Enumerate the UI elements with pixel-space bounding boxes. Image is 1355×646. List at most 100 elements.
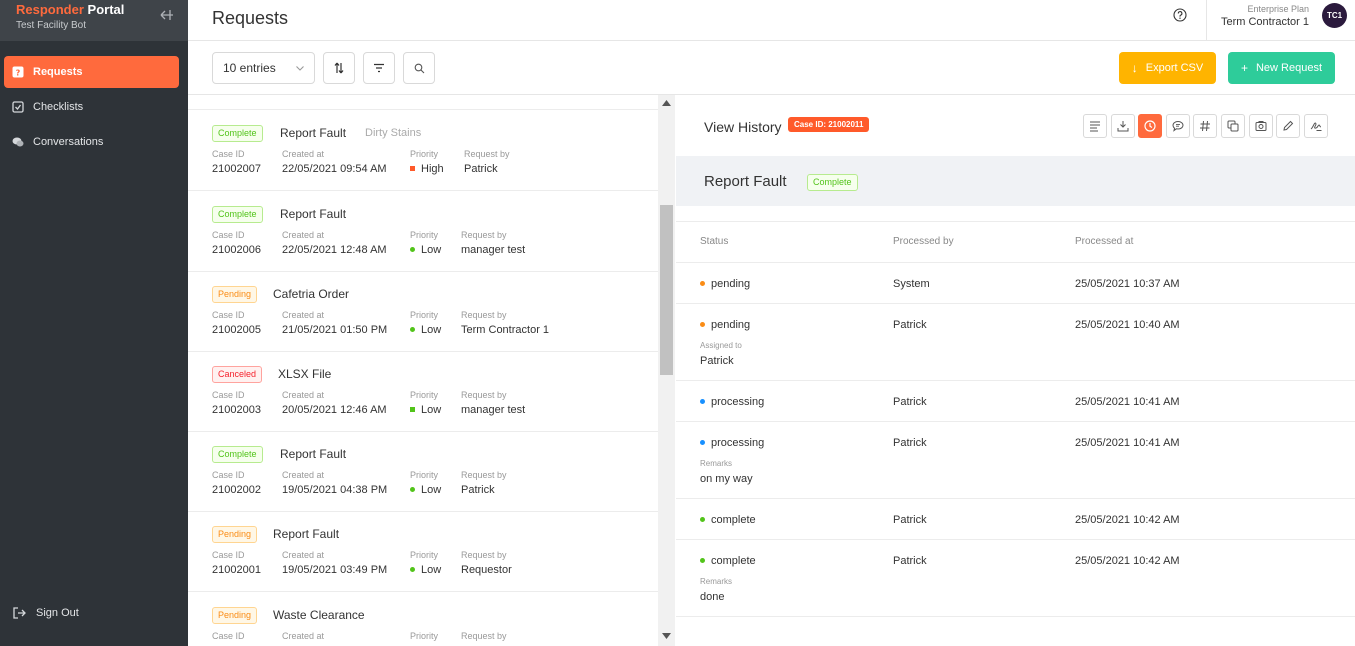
details-button[interactable]	[1083, 114, 1107, 138]
header-divider	[1206, 0, 1207, 40]
page-title: Requests	[212, 8, 289, 28]
remarks-label: Remarks	[700, 459, 733, 468]
created-at: 19/05/2021 03:49 PM	[282, 564, 388, 576]
account-info[interactable]: Enterprise Plan Term Contractor 1	[1221, 3, 1309, 29]
search-button[interactable]	[403, 52, 435, 84]
page-header: Requests Enterprise Plan Term Contractor…	[188, 0, 1355, 41]
request-by: manager test	[461, 244, 526, 256]
history-row: complete Patrick 25/05/2021 10:42 AM Rem…	[676, 540, 1355, 617]
request-by: Requestor	[461, 564, 512, 576]
sidebar-item-label: Requests	[33, 66, 83, 78]
column-header-processed-by: Processed by	[893, 236, 954, 247]
request-by-label: Request by	[464, 149, 510, 159]
sign-out-button[interactable]: Sign Out	[12, 606, 79, 620]
brand-subtitle: Test Facility Bot	[16, 20, 87, 31]
request-card[interactable]: Pending Waste Clearance Case ID Created …	[188, 592, 658, 646]
priority: Low	[410, 484, 441, 496]
collapse-sidebar-icon[interactable]	[160, 9, 174, 21]
priority-value: High	[421, 163, 444, 175]
remarks-value: on my way	[700, 473, 753, 485]
case-id: 21002003	[212, 404, 261, 416]
status-badge: Canceled	[212, 366, 263, 383]
request-title: XLSX File	[278, 367, 332, 381]
sort-button[interactable]	[323, 52, 355, 84]
request-title: Report Fault	[273, 527, 340, 541]
download-button[interactable]	[1110, 114, 1135, 138]
sidebar-item-label: Conversations	[33, 136, 104, 148]
case-id-label: Case ID	[212, 470, 245, 480]
history-status: processing	[700, 437, 764, 449]
question-square-icon: ?	[12, 66, 24, 78]
signature-button[interactable]	[1303, 114, 1328, 138]
hashtag-button[interactable]	[1193, 114, 1218, 138]
export-csv-button[interactable]: ↓ Export CSV	[1119, 52, 1216, 84]
avatar[interactable]: TC1	[1322, 3, 1347, 28]
created-at: 22/05/2021 12:48 AM	[282, 244, 387, 256]
brand-name-accent: Responder	[16, 2, 84, 17]
processed-by: Patrick	[893, 437, 927, 449]
history-status: pending	[700, 278, 750, 290]
scroll-up-icon[interactable]	[662, 100, 671, 106]
pencil-icon	[1283, 120, 1294, 131]
request-by: manager test	[461, 404, 526, 416]
priority: High	[410, 163, 444, 175]
priority: Low	[410, 244, 441, 256]
status-badge: Pending	[212, 526, 258, 543]
priority-low-marker	[410, 406, 415, 412]
sidebar-item-checklists[interactable]: Checklists	[4, 91, 179, 123]
remarks-label: Remarks	[700, 577, 733, 586]
new-request-button[interactable]: + New Request	[1228, 52, 1335, 84]
priority-label: Priority	[410, 310, 439, 320]
clock-icon	[1144, 120, 1156, 132]
scrollbar-thumb[interactable]	[660, 205, 673, 375]
case-id: 21002001	[212, 564, 261, 576]
scroll-down-icon[interactable]	[662, 633, 671, 639]
created-label: Created at	[282, 230, 325, 240]
case-id-label: Case ID	[212, 149, 245, 159]
case-id-label: Case ID	[212, 550, 245, 560]
history-row: pending Patrick 25/05/2021 10:40 AM Assi…	[676, 304, 1355, 381]
toolbar: 10 entries ↓ Export CSV + New Request	[188, 41, 1355, 95]
case-id-label: Case ID	[212, 310, 245, 320]
request-card[interactable]: Complete Report Fault Dirty Stains Case …	[188, 110, 658, 191]
request-card[interactable]: Complete Report Fault Case ID Created at…	[188, 431, 658, 512]
sidebar-item-requests[interactable]: ? Requests	[4, 56, 179, 88]
priority-low-marker	[410, 246, 415, 252]
created-label: Created at	[282, 470, 325, 480]
priority-low-marker	[410, 486, 415, 492]
priority: Low	[410, 564, 441, 576]
photo-button[interactable]	[1248, 114, 1273, 138]
entries-select[interactable]: 10 entries	[212, 52, 315, 84]
filter-button[interactable]	[363, 52, 395, 84]
sidebar-item-conversations[interactable]: Conversations	[4, 126, 179, 158]
priority-low-marker	[410, 326, 415, 332]
status-dot	[700, 557, 705, 563]
created-at: 19/05/2021 04:38 PM	[282, 484, 388, 496]
edit-button[interactable]	[1276, 114, 1301, 138]
history-button[interactable]	[1138, 114, 1163, 138]
help-icon[interactable]	[1173, 8, 1187, 22]
history-divider	[676, 221, 1355, 222]
status-badge: Complete	[807, 174, 858, 191]
sign-out-icon	[13, 607, 26, 619]
case-id-label: Case ID	[212, 631, 245, 641]
priority-label: Priority	[410, 631, 439, 641]
priority-high-marker	[410, 165, 415, 171]
search-icon	[414, 63, 424, 73]
created-label: Created at	[282, 631, 325, 641]
comments-button[interactable]	[1165, 114, 1190, 138]
request-card[interactable]: Pending Report Fault Case ID Created at …	[188, 511, 658, 592]
request-by-label: Request by	[461, 631, 507, 641]
history-status: processing	[700, 396, 764, 408]
copy-icon	[1227, 120, 1239, 132]
request-card[interactable]: Pending Cafetria Order Case ID Created a…	[188, 271, 658, 352]
priority-label: Priority	[410, 470, 439, 480]
request-card[interactable]: Canceled XLSX File Case ID Created at Pr…	[188, 351, 658, 432]
copy-button[interactable]	[1220, 114, 1245, 138]
request-title: Report Fault	[704, 173, 787, 190]
download-tray-icon	[1117, 121, 1129, 132]
status-badge: Complete	[212, 446, 263, 463]
priority-value: Low	[421, 484, 442, 496]
request-card[interactable]: Complete Report Fault Case ID Created at…	[188, 191, 658, 272]
status-badge: Complete	[212, 206, 263, 223]
